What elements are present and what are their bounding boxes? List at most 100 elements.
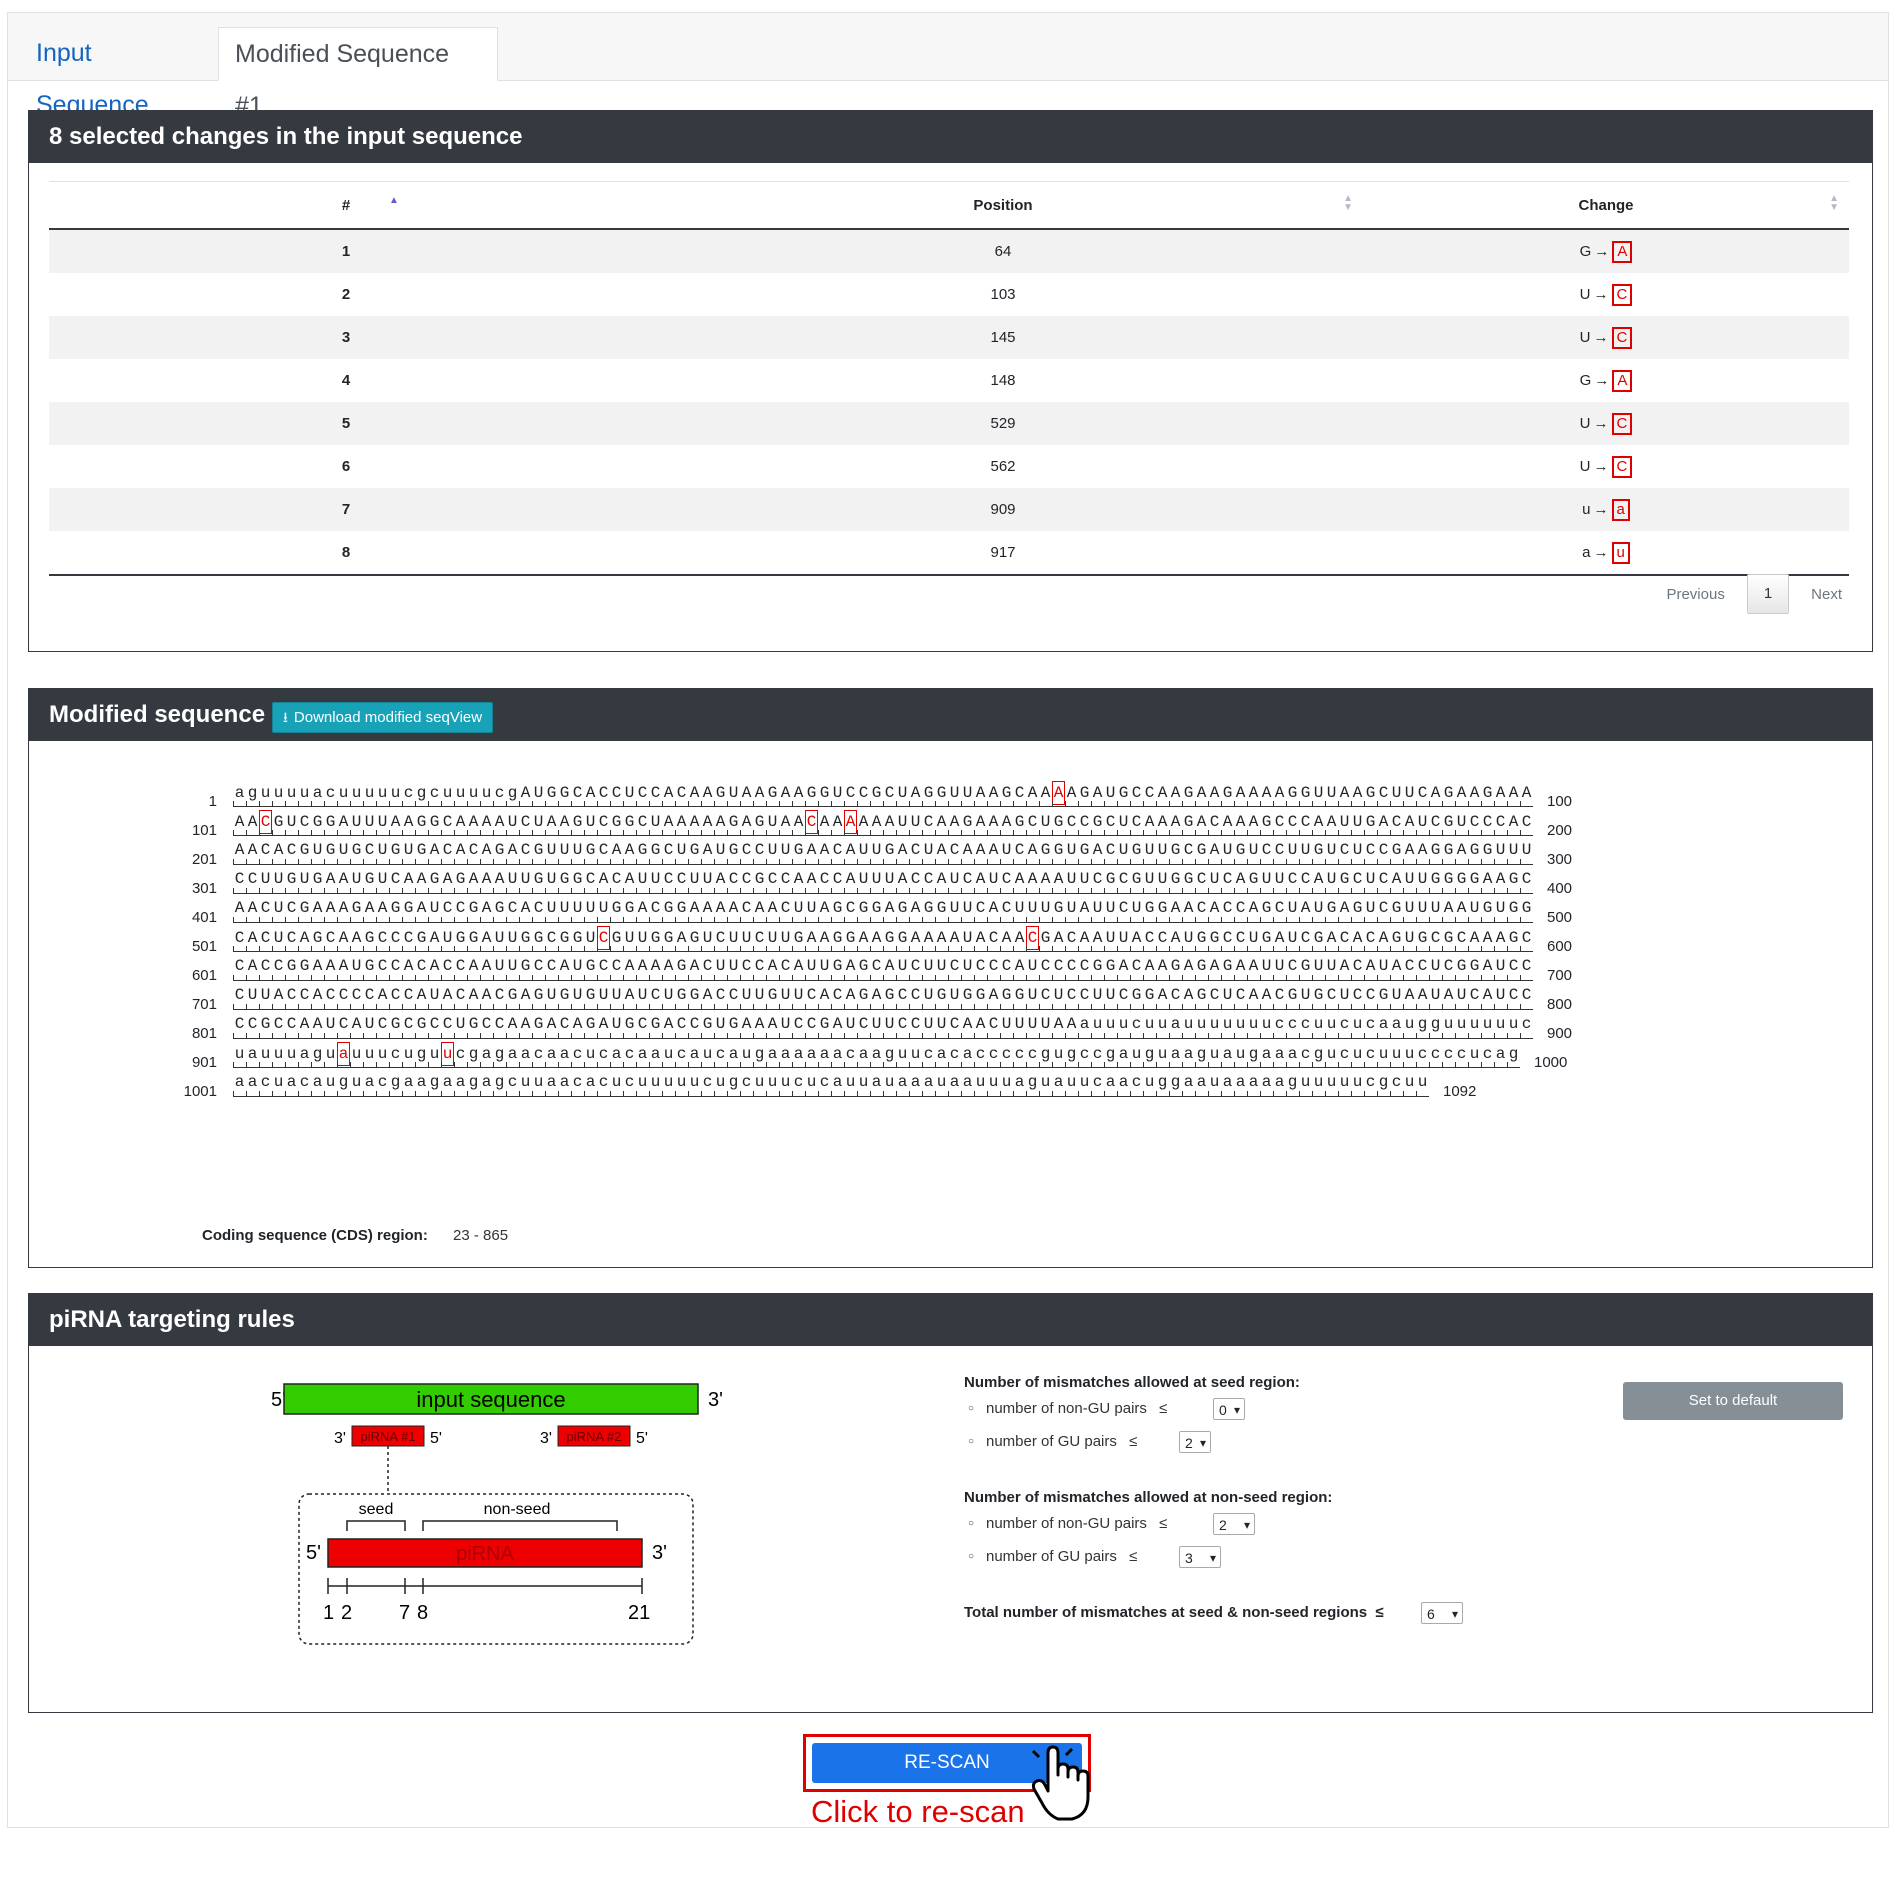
row-position: 909 — [643, 488, 1363, 531]
row-position: 917 — [643, 531, 1363, 576]
rescan-button-label: RE-SCAN — [904, 1752, 990, 1773]
row-number: 8 — [49, 531, 643, 576]
sequence-ruler — [233, 1061, 1520, 1068]
pagination-next[interactable]: Next — [1811, 586, 1842, 603]
sequence-line-start: 701 — [191, 996, 217, 1013]
tick-label-21: 21 — [628, 1602, 650, 1624]
nonseed-label: non-seed — [484, 1501, 551, 1518]
change-from: U — [1579, 457, 1591, 475]
change-from: a — [1582, 543, 1591, 561]
change-to: A — [1612, 240, 1633, 263]
download-button-label: Download modified seqView — [293, 709, 483, 726]
nonseed-gu-select[interactable]: 3 — [1179, 1546, 1221, 1569]
pirna-diagram: 5' input sequence 3' 3' piRNA #1 5' 3' p… — [271, 1383, 723, 1645]
row-change: U → C — [1363, 273, 1849, 316]
sequence-line-start: 601 — [191, 967, 217, 984]
sequence-line-end: 700 — [1547, 967, 1573, 984]
sequence-line-start: 801 — [191, 1025, 217, 1042]
nonseed-gu-row: number of GU pairs ≤ — [968, 1548, 1138, 1565]
tab-modified-sequence-1[interactable]: Modified Sequence #1 — [218, 27, 498, 120]
sequence-panel-header: Modified sequence ⭳ Download modified seq… — [29, 689, 1872, 741]
change-from: G — [1579, 242, 1592, 260]
row-change: U → C — [1363, 445, 1849, 488]
nonseed-mismatch-heading: Number of mismatches allowed at non-seed… — [964, 1489, 1333, 1506]
sequence-ruler — [233, 800, 1533, 807]
column-header-number[interactable]: # ▲ — [49, 181, 643, 230]
sequence-ruler — [233, 858, 1533, 865]
tick-label-1: 1 — [323, 1602, 334, 1624]
row-position: 529 — [643, 402, 1363, 445]
sequence-line-end: 500 — [1547, 909, 1573, 926]
table-row: 1 64 G → A — [49, 229, 1849, 273]
tab-bar: Input Sequence Modified Sequence #1 — [8, 13, 1888, 120]
table-row: 5 529 U → C — [49, 402, 1849, 445]
sequence-ruler — [233, 887, 1533, 894]
pagination: Previous 1 Next — [1666, 574, 1842, 614]
download-icon: ⭳ — [283, 709, 288, 725]
total-mismatch-select[interactable]: 6 — [1421, 1602, 1463, 1625]
seed-mismatch-heading: Number of mismatches allowed at seed reg… — [964, 1374, 1300, 1391]
sequence-line-start: 501 — [191, 938, 217, 955]
column-header-change[interactable]: Change ▲ ▼ — [1363, 181, 1849, 230]
tick-label-8: 8 — [417, 1602, 428, 1624]
seed-gu-select[interactable]: 2 — [1179, 1431, 1211, 1454]
column-header-position[interactable]: Position ▲ ▼ — [643, 181, 1363, 230]
sequence-line-end: 800 — [1547, 996, 1573, 1013]
le-symbol: ≤ — [1159, 1400, 1168, 1417]
le-symbol: ≤ — [1129, 1548, 1138, 1565]
table-row: 4 148 G → A — [49, 359, 1849, 402]
seed-nongu-select[interactable]: 0 — [1213, 1398, 1245, 1421]
seed-gu-label: number of GU pairs — [986, 1433, 1117, 1450]
sequence-panel-title: Modified sequence — [49, 701, 266, 728]
pirna-label: piRNA — [456, 1543, 514, 1565]
row-number: 1 — [49, 229, 643, 273]
sequence-line-start: 301 — [191, 880, 217, 897]
sort-asc-icon: ▲ — [389, 195, 399, 206]
cds-region-value: 23 - 865 — [453, 1227, 509, 1244]
change-from: U — [1579, 285, 1591, 303]
pirna-3prime-label: 3' — [652, 1542, 667, 1564]
row-change: U → C — [1363, 402, 1849, 445]
seed-nongu-label: number of non-GU pairs — [986, 1400, 1147, 1417]
input-sequence-label: input sequence — [416, 1387, 565, 1412]
sequence-line-end: 600 — [1547, 938, 1573, 955]
change-to: u — [1611, 541, 1630, 564]
table-row: 7 909 u → a — [49, 488, 1849, 531]
sequence-line-start: 1001 — [183, 1083, 217, 1100]
row-number: 5 — [49, 402, 643, 445]
arrow-right-icon: → — [1593, 457, 1609, 475]
change-to: C — [1611, 455, 1633, 478]
arrow-right-icon: → — [1593, 500, 1609, 518]
cds-region-label: Coding sequence (CDS) region: — [202, 1227, 428, 1244]
change-to: A — [1612, 369, 1633, 392]
tab-input-sequence[interactable]: Input Sequence — [20, 27, 218, 119]
hand-pointer-icon — [1031, 1745, 1090, 1821]
row-change: G → A — [1363, 359, 1849, 402]
sequence-line-start: 1 — [208, 793, 217, 810]
nonseed-bracket — [422, 1520, 618, 1531]
sequence-line-end: 1000 — [1534, 1054, 1568, 1071]
table-row: 3 145 U → C — [49, 316, 1849, 359]
change-to: C — [1611, 412, 1633, 435]
pagination-page-1[interactable]: 1 — [1746, 574, 1789, 614]
diagram-3prime-label: 3' — [708, 1389, 723, 1411]
column-header-change-label: Change — [1578, 196, 1634, 214]
sequence-ruler — [233, 974, 1533, 981]
nonseed-nongu-row: number of non-GU pairs ≤ — [968, 1515, 1168, 1532]
pagination-previous[interactable]: Previous — [1666, 586, 1724, 603]
table-row: 2 103 U → C — [49, 273, 1849, 316]
sequence-ruler — [233, 1003, 1533, 1010]
seed-gu-row: number of GU pairs ≤ — [968, 1433, 1137, 1450]
rules-panel: piRNA targeting rules 5' input sequence … — [28, 1293, 1873, 1713]
set-to-default-button[interactable]: Set to default — [1623, 1382, 1843, 1420]
row-change: U → C — [1363, 316, 1849, 359]
nonseed-nongu-label: number of non-GU pairs — [986, 1515, 1147, 1532]
pirna1-3prime-label: 3' — [334, 1430, 346, 1447]
tick-label-2: 2 — [341, 1602, 352, 1624]
row-position: 562 — [990, 458, 1016, 475]
changes-panel: 8 selected changes in the input sequence… — [28, 110, 1873, 652]
sequence-ruler — [233, 829, 1533, 836]
nonseed-nongu-select[interactable]: 2 — [1213, 1513, 1255, 1536]
le-symbol: ≤ — [1159, 1515, 1168, 1532]
download-modified-seqview-button[interactable]: ⭳ Download modified seqView — [272, 702, 494, 733]
